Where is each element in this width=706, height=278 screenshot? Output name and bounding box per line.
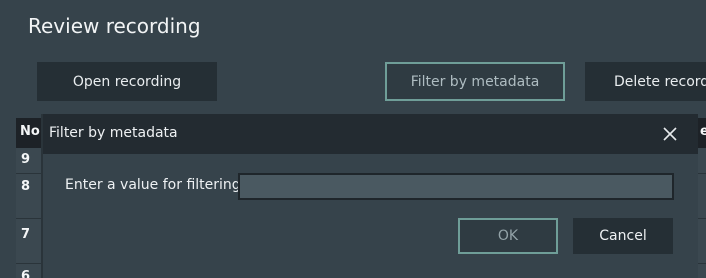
- column-header-truncated[interactable]: e: [700, 124, 706, 139]
- filter-value-input[interactable]: [238, 173, 674, 200]
- column-header-no[interactable]: No.: [20, 124, 45, 139]
- filter-value-label: Enter a value for filtering: [65, 177, 241, 193]
- close-icon[interactable]: [660, 124, 680, 144]
- ok-button[interactable]: OK: [458, 218, 558, 254]
- row-number[interactable]: 7: [21, 227, 30, 242]
- filter-by-metadata-button[interactable]: Filter by metadata: [385, 62, 565, 101]
- delete-recording-button[interactable]: Delete recording: [585, 62, 706, 101]
- review-recording-window: Review recording Open recording Filter b…: [0, 0, 706, 278]
- page-title: Review recording: [28, 14, 201, 38]
- row-number[interactable]: 9: [21, 152, 30, 167]
- cancel-button[interactable]: Cancel: [573, 218, 673, 254]
- dialog-title: Filter by metadata: [49, 125, 178, 141]
- filter-dialog: Filter by metadata Enter a value for fil…: [43, 114, 698, 278]
- row-number[interactable]: 8: [21, 179, 30, 194]
- dialog-titlebar[interactable]: Filter by metadata: [43, 114, 698, 154]
- open-recording-button[interactable]: Open recording: [37, 62, 217, 101]
- row-number[interactable]: 6: [21, 269, 30, 278]
